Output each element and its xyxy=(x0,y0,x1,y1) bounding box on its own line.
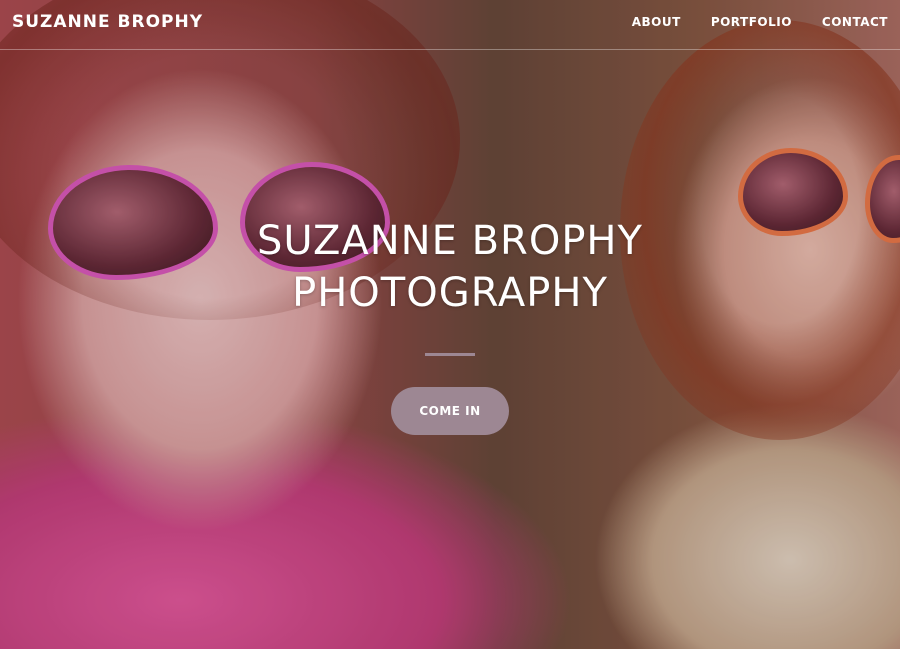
top-navigation: SUZANNE BROPHY ABOUT PORTFOLIO CONTACT xyxy=(0,0,900,50)
come-in-button[interactable]: COME IN xyxy=(391,387,509,435)
hero-title: SUZANNE BROPHY PHOTOGRAPHY xyxy=(0,215,900,319)
title-divider xyxy=(425,353,475,356)
nav-menu: ABOUT PORTFOLIO CONTACT xyxy=(632,15,888,29)
nav-link-about[interactable]: ABOUT xyxy=(632,15,681,29)
hero-title-line: PHOTOGRAPHY xyxy=(292,270,608,316)
hero-background-photo xyxy=(0,0,900,649)
nav-link-contact[interactable]: CONTACT xyxy=(822,15,888,29)
site-brand-link[interactable]: SUZANNE BROPHY xyxy=(12,12,203,32)
hero-overlay xyxy=(0,0,900,649)
hero-title-line: SUZANNE BROPHY xyxy=(257,218,643,264)
nav-link-portfolio[interactable]: PORTFOLIO xyxy=(711,15,792,29)
